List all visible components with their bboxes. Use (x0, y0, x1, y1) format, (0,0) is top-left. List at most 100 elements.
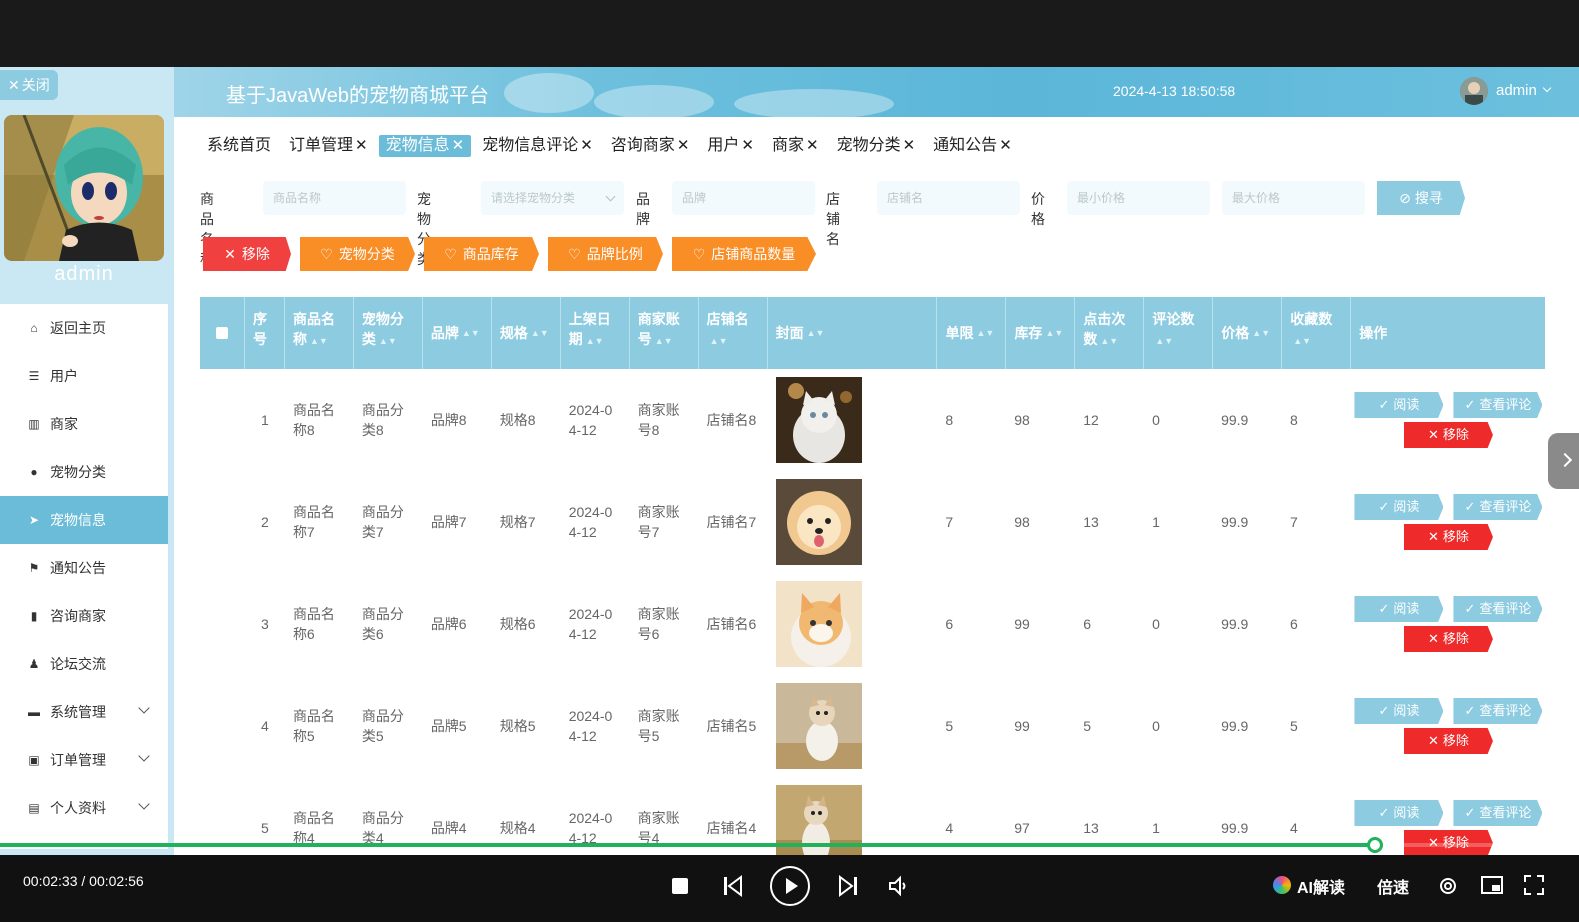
max-price-input[interactable] (1222, 181, 1365, 215)
col-brand[interactable]: 品牌 ▲▼ (423, 297, 492, 369)
sort-icon[interactable]: ▲▼ (976, 323, 994, 343)
sidebar-item-system[interactable]: ▬ 系统管理 (0, 688, 168, 736)
min-price-input[interactable] (1067, 181, 1210, 215)
view-comments-button[interactable]: ✓ 查看评论 (1453, 698, 1543, 724)
view-comments-button[interactable]: ✓ 查看评论 (1453, 494, 1543, 520)
close-icon[interactable]: ✕ (903, 135, 916, 157)
close-icon[interactable]: ✕ (741, 135, 754, 157)
sort-icon[interactable]: ▲▼ (531, 323, 549, 343)
batch-remove-button[interactable]: ✕ 移除 (203, 237, 291, 271)
previous-icon[interactable] (723, 875, 743, 902)
remove-button[interactable]: ✕ 移除 (1403, 626, 1493, 652)
sidebar-item-home[interactable]: ⌂ 返回主页 (0, 304, 168, 352)
sort-icon[interactable]: ▲▼ (710, 336, 728, 346)
col-shop[interactable]: 店铺名 ▲▼ (699, 297, 768, 369)
remove-button[interactable]: ✕ 移除 (1403, 524, 1493, 550)
pet-cover-image[interactable] (775, 683, 862, 769)
tab-pet-category[interactable]: 宠物分类 ✕ (830, 135, 923, 157)
pet-cover-image[interactable] (775, 581, 862, 667)
read-button[interactable]: ✓ 阅读 (1354, 392, 1444, 418)
pet-cover-image[interactable] (775, 479, 862, 565)
close-icon[interactable]: ✕ (452, 135, 465, 157)
sort-icon[interactable]: ▲▼ (1100, 336, 1118, 346)
close-icon[interactable]: ✕ (580, 135, 593, 157)
close-icon[interactable]: ✕ (806, 135, 819, 157)
sidebar-item-merchants[interactable]: ▥ 商家 (0, 400, 168, 448)
sidebar-item-orders[interactable]: ▣ 订单管理 (0, 736, 168, 784)
read-button[interactable]: ✓ 阅读 (1354, 698, 1444, 724)
name-input[interactable] (263, 181, 406, 215)
sort-icon[interactable]: ▲▼ (1252, 323, 1270, 343)
sidebar-item-pet-info[interactable]: ➤ 宠物信息 (0, 496, 168, 544)
col-index[interactable]: 序号 (245, 297, 285, 369)
sidebar-item-notices[interactable]: ⚑ 通知公告 (0, 544, 168, 592)
sidebar-item-users[interactable]: ☰ 用户 (0, 352, 168, 400)
picture-in-picture-icon[interactable] (1481, 876, 1503, 901)
remove-button[interactable]: ✕ 移除 (1403, 728, 1493, 754)
close-icon[interactable]: ✕ (355, 135, 368, 157)
stock-stats-button[interactable]: ♡ 商品库存 (424, 237, 539, 271)
col-name[interactable]: 商品名称 ▲▼ (285, 297, 354, 369)
brand-input[interactable] (672, 181, 815, 215)
sort-icon[interactable]: ▲▼ (1155, 336, 1173, 346)
col-spec[interactable]: 规格 ▲▼ (492, 297, 561, 369)
search-button[interactable]: ⊘ 搜寻 (1377, 181, 1465, 215)
close-icon[interactable]: ✕ (999, 135, 1012, 157)
col-date[interactable]: 上架日期 ▲▼ (561, 297, 630, 369)
shop-count-button[interactable]: ♡ 店铺商品数量 (672, 237, 816, 271)
view-comments-button[interactable]: ✓ 查看评论 (1453, 800, 1543, 826)
stop-icon[interactable] (672, 878, 688, 894)
view-comments-button[interactable]: ✓ 查看评论 (1453, 392, 1543, 418)
chevron-down-icon[interactable] (1542, 83, 1552, 93)
col-clicks[interactable]: 点击次数 ▲▼ (1075, 297, 1145, 369)
sidebar-item-forum[interactable]: ♟ 论坛交流 (0, 640, 168, 688)
read-button[interactable]: ✓ 阅读 (1354, 596, 1444, 622)
video-progress-handle[interactable] (1366, 837, 1383, 853)
sort-icon[interactable]: ▲▼ (462, 323, 480, 343)
side-panel-toggle[interactable] (1548, 433, 1579, 489)
view-comments-button[interactable]: ✓ 查看评论 (1453, 596, 1543, 622)
category-stats-button[interactable]: ♡ 宠物分类 (300, 237, 415, 271)
user-menu-name[interactable]: admin (1496, 82, 1537, 99)
sort-icon[interactable]: ▲▼ (586, 336, 604, 346)
col-account[interactable]: 商家账号 ▲▼ (630, 297, 699, 369)
col-favs[interactable]: 收藏数 ▲▼ (1282, 297, 1352, 369)
select-all-checkbox[interactable] (200, 297, 245, 369)
close-icon[interactable]: ✕ (677, 135, 690, 157)
col-category[interactable]: 宠物分类 ▲▼ (354, 297, 423, 369)
play-icon[interactable] (770, 866, 810, 906)
tab-consult[interactable]: 咨询商家 ✕ (604, 135, 697, 157)
col-comments[interactable]: 评论数 ▲▼ (1144, 297, 1214, 369)
shop-input[interactable] (877, 181, 1020, 215)
col-limit[interactable]: 单限 ▲▼ (937, 297, 1007, 369)
brand-ratio-button[interactable]: ♡ 品牌比例 (548, 237, 663, 271)
tab-home[interactable]: 系统首页 (200, 135, 278, 157)
sort-icon[interactable]: ▲▼ (1045, 323, 1063, 343)
checkbox[interactable] (215, 327, 228, 339)
sort-icon[interactable]: ▲▼ (807, 323, 825, 343)
category-select[interactable]: 请选择宠物分类 (481, 181, 624, 215)
volume-icon[interactable] (887, 875, 909, 902)
sidebar-item-consult[interactable]: ▮ 咨询商家 (0, 592, 168, 640)
tab-users[interactable]: 用户 ✕ (700, 135, 761, 157)
tab-merchants[interactable]: 商家 ✕ (765, 135, 826, 157)
sort-icon[interactable]: ▲▼ (1293, 336, 1311, 346)
tab-orders[interactable]: 订单管理 ✕ (282, 135, 375, 157)
pet-cover-image[interactable] (775, 377, 862, 463)
read-button[interactable]: ✓ 阅读 (1354, 800, 1444, 826)
sort-icon[interactable]: ▲▼ (310, 336, 328, 346)
col-price[interactable]: 价格 ▲▼ (1213, 297, 1283, 369)
sort-icon[interactable]: ▲▼ (379, 336, 397, 346)
speed-button[interactable]: 倍速 (1377, 874, 1409, 898)
ai-read-button[interactable]: AI解读 (1297, 874, 1345, 898)
tab-pet-info[interactable]: 宠物信息 ✕ (378, 135, 472, 157)
col-stock[interactable]: 库存 ▲▼ (1006, 297, 1076, 369)
sidebar-close-button[interactable]: ✕ 关闭 (0, 70, 58, 100)
tab-notices[interactable]: 通知公告 ✕ (926, 135, 1019, 157)
user-avatar[interactable] (1460, 77, 1488, 105)
sidebar-item-pet-category[interactable]: ● 宠物分类 (0, 448, 168, 496)
sort-icon[interactable]: ▲▼ (655, 336, 673, 346)
settings-icon[interactable] (1437, 875, 1459, 902)
remove-button[interactable]: ✕ 移除 (1403, 422, 1493, 448)
next-icon[interactable] (838, 875, 858, 902)
